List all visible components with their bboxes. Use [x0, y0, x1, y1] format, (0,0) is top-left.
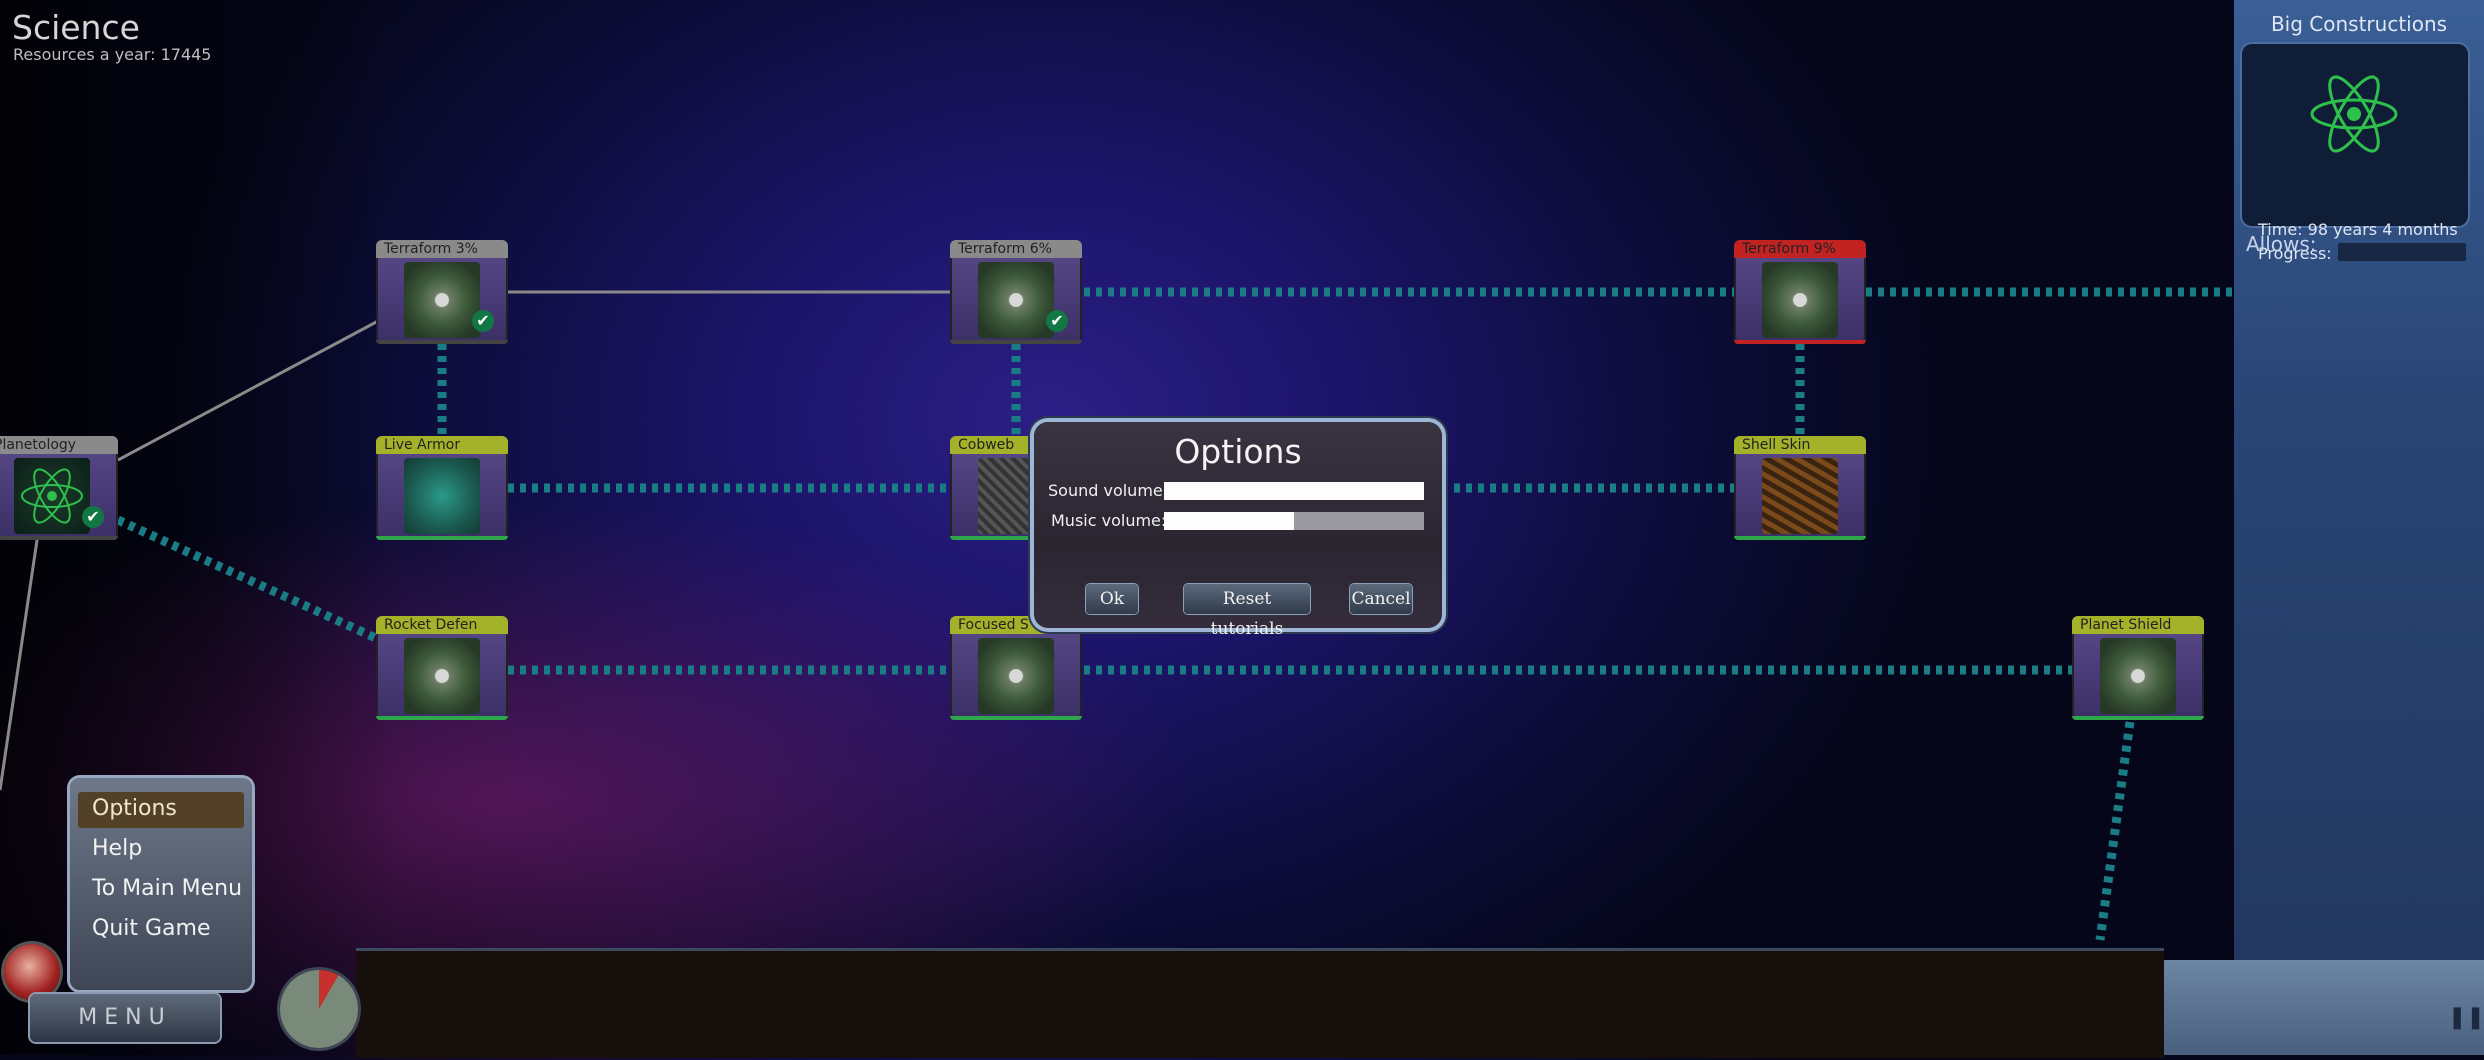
- tech-node-footer: [376, 716, 508, 720]
- menu-item-quit-game[interactable]: Quit Game: [92, 916, 211, 941]
- construction-card[interactable]: Time: 98 years 4 months Progress:: [2242, 44, 2468, 263]
- menu-item-options[interactable]: Options: [92, 796, 177, 821]
- tech-node-terraform-9[interactable]: Terraform 9%: [1734, 240, 1866, 344]
- tech-node-rocket-defen[interactable]: Rocket Defen: [376, 616, 508, 720]
- tech-node-footer: [2072, 716, 2204, 720]
- menu-item-main-menu[interactable]: To Main Menu: [92, 876, 242, 901]
- reset-tutorials-button[interactable]: Reset tutorials: [1184, 584, 1310, 639]
- tech-node-footer: [950, 716, 1082, 720]
- allows-label: Allows:: [2246, 232, 2317, 256]
- sound-volume-slider[interactable]: [1164, 482, 1424, 500]
- atom-icon: [2310, 75, 2398, 153]
- sidebar-title: Big Constructions: [2270, 12, 2448, 36]
- tech-node-footer: [1734, 340, 1866, 344]
- tech-node-label: Terraform 3%: [376, 240, 508, 258]
- tech-node-footer: [950, 340, 1082, 344]
- tech-node-planetology[interactable]: Planetology ✔: [0, 436, 118, 540]
- tech-node-label: Terraform 9%: [1734, 240, 1866, 258]
- advisor-avatar[interactable]: [4, 944, 60, 1000]
- atom-icon: [14, 458, 90, 534]
- menu-item-help[interactable]: Help: [92, 836, 142, 861]
- music-volume-label: Music volume:: [1051, 511, 1167, 530]
- music-volume-fill: [1164, 512, 1294, 530]
- year-clock-icon[interactable]: [280, 970, 358, 1048]
- dialog-title: Options: [1174, 432, 1302, 471]
- tech-node-label: Planetology: [0, 436, 118, 454]
- atom-graphic: [21, 468, 83, 524]
- tech-node-terraform-3[interactable]: Terraform 3% ✔: [376, 240, 508, 344]
- shell-skin-icon: [1762, 458, 1838, 534]
- chip-icon: [978, 262, 1054, 338]
- tech-node-label: Shell Skin: [1734, 436, 1866, 454]
- tech-node-terraform-6[interactable]: Terraform 6% ✔: [950, 240, 1082, 344]
- sound-volume-fill: [1164, 482, 1424, 500]
- menu-button[interactable]: MENU: [30, 994, 220, 1042]
- tech-node-label: Terraform 6%: [950, 240, 1082, 258]
- pause-icon[interactable]: ❚❚: [2448, 1005, 2484, 1030]
- tech-node-label: Rocket Defen: [376, 616, 508, 634]
- tech-node-label: Live Armor: [376, 436, 508, 454]
- link-planetshield-down: [2095, 721, 2135, 941]
- chip-icon: [404, 262, 480, 338]
- cancel-button[interactable]: Cancel: [1350, 584, 1412, 614]
- progress-bar: [2338, 243, 2466, 261]
- checkmark-icon: ✔: [82, 506, 104, 528]
- music-volume-slider[interactable]: [1164, 512, 1424, 530]
- tech-node-footer: [0, 536, 118, 540]
- options-dialog: Options Sound volume: Music volume: Ok R…: [1034, 422, 1442, 639]
- chip-icon: [978, 638, 1054, 714]
- link-planetology-rocketdefen: [116, 515, 382, 645]
- sound-volume-label: Sound volume:: [1048, 481, 1169, 500]
- message-bar: [356, 948, 2164, 1058]
- link-planetology-off: [0, 519, 42, 791]
- link-planetology-terraform3: [117, 318, 381, 462]
- checkmark-icon: ✔: [472, 310, 494, 332]
- armor-chip-icon: [404, 458, 480, 534]
- ok-button[interactable]: Ok: [1086, 584, 1138, 614]
- tech-node-footer: [376, 340, 508, 344]
- chip-icon: [2100, 638, 2176, 714]
- tech-node-footer: [376, 536, 508, 540]
- time-value: 98 years 4 months: [2307, 220, 2458, 239]
- tech-node-planet-shield[interactable]: Planet Shield: [2072, 616, 2204, 720]
- checkmark-icon: ✔: [1046, 310, 1068, 332]
- tech-node-focused[interactable]: Focused S: [950, 616, 1082, 720]
- chip-icon: [1762, 262, 1838, 338]
- game-menu-panel: Options Help To Main Menu Quit Game: [70, 778, 252, 990]
- bottom-right-panel: [2164, 960, 2484, 1055]
- big-constructions-panel: Big Constructions Time: 98 years 4 month…: [2234, 0, 2484, 960]
- tech-node-shell-skin[interactable]: Shell Skin: [1734, 436, 1866, 540]
- chip-icon: [404, 638, 480, 714]
- tech-node-live-armor[interactable]: Live Armor: [376, 436, 508, 540]
- tech-node-footer: [1734, 536, 1866, 540]
- tech-node-label: Planet Shield: [2072, 616, 2204, 634]
